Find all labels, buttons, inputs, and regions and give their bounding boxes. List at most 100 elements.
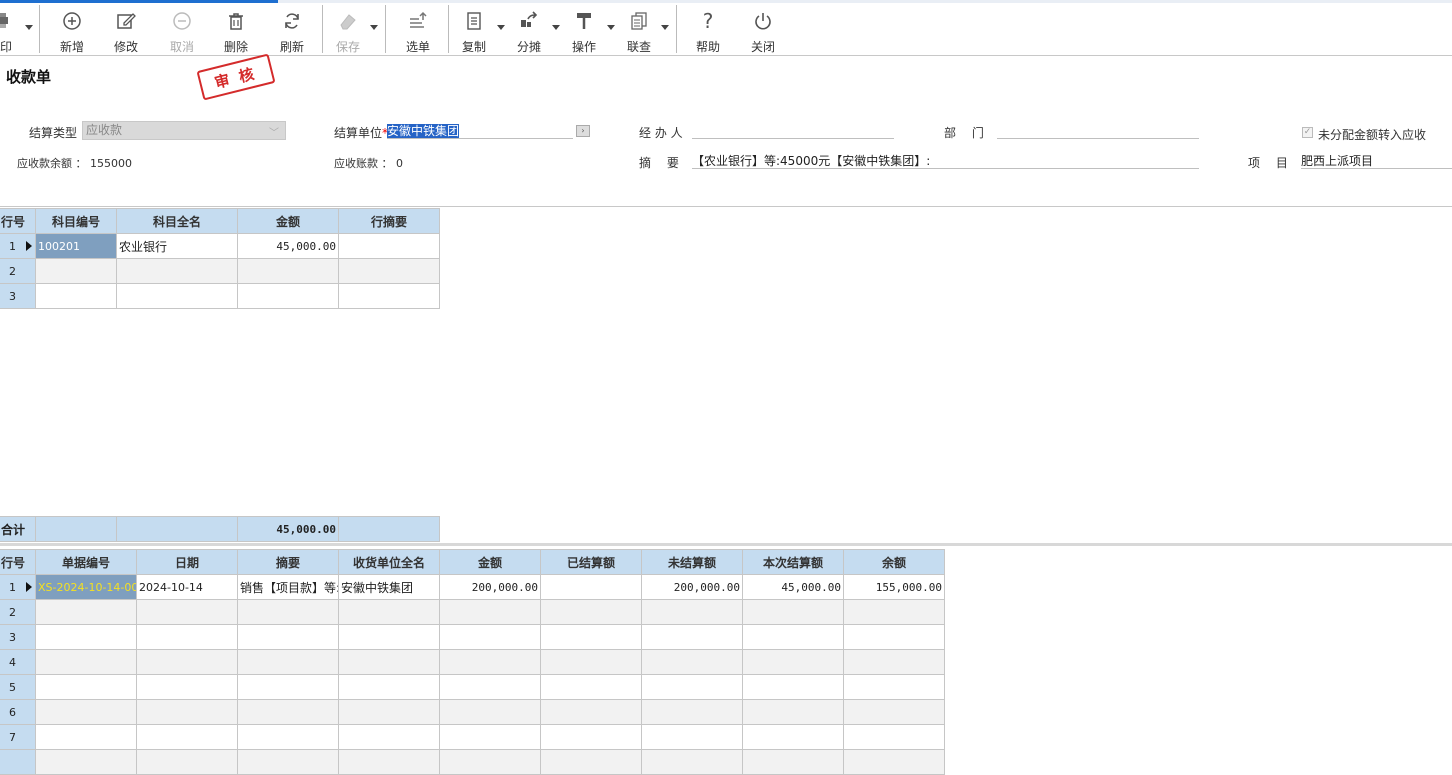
unit-cell[interactable] <box>338 674 440 700</box>
col-header[interactable]: 行号 <box>0 208 36 234</box>
row-number[interactable]: 3 <box>0 624 36 650</box>
col-header[interactable]: 金额 <box>439 549 541 575</box>
memo-cell[interactable] <box>338 233 440 259</box>
settled-cell[interactable] <box>540 574 642 600</box>
table-row[interactable]: 1 XS-2024-10-14-00 2024-10-14 销售【项目款】等: … <box>0 574 945 600</box>
summary-cell[interactable] <box>237 624 339 650</box>
unit-cell[interactable]: 安徽中铁集团 <box>338 574 440 600</box>
unsettled-cell[interactable] <box>641 724 743 750</box>
summary-cell[interactable] <box>237 699 339 725</box>
bill-number-cell[interactable] <box>35 699 137 725</box>
date-cell[interactable] <box>136 649 238 675</box>
row-number[interactable]: 5 <box>0 674 36 700</box>
unsettled-cell[interactable] <box>641 599 743 625</box>
settled-cell[interactable] <box>540 724 642 750</box>
settled-cell[interactable] <box>540 699 642 725</box>
bill-number-cell[interactable] <box>35 674 137 700</box>
summary-cell[interactable] <box>237 649 339 675</box>
row-number[interactable]: 2 <box>0 258 36 284</box>
amount-cell[interactable] <box>439 599 541 625</box>
summary-cell[interactable] <box>237 749 339 775</box>
table-row[interactable]: 1 100201 农业银行 45,000.00 <box>0 233 440 259</box>
amount-cell[interactable] <box>439 699 541 725</box>
save-dropdown-arrow[interactable] <box>370 25 378 30</box>
unsettled-cell[interactable] <box>641 699 743 725</box>
bill-number-cell[interactable] <box>35 724 137 750</box>
row-number[interactable]: 4 <box>0 649 36 675</box>
table-row[interactable]: 2 <box>0 258 440 284</box>
col-header[interactable]: 日期 <box>136 549 238 575</box>
bill-number-cell[interactable]: XS-2024-10-14-00 <box>35 574 137 600</box>
summary-field[interactable]: 【农业银行】等:45000元【安徽中铁集团】: <box>692 152 1199 169</box>
balance-cell[interactable] <box>843 599 945 625</box>
add-button[interactable]: 新增 <box>50 3 94 55</box>
current-settle-cell[interactable] <box>742 674 844 700</box>
query-dropdown-arrow[interactable] <box>661 25 669 30</box>
table-row[interactable]: 7 <box>0 724 945 750</box>
summary-cell[interactable]: 销售【项目款】等: <box>237 574 339 600</box>
amount-cell[interactable] <box>439 624 541 650</box>
account-name-cell[interactable] <box>116 283 238 309</box>
balance-cell[interactable] <box>843 749 945 775</box>
balance-cell[interactable] <box>843 724 945 750</box>
refresh-button[interactable]: 刷新 <box>270 3 314 55</box>
row-number[interactable]: 3 <box>0 283 36 309</box>
lookup-button[interactable]: › <box>576 125 590 137</box>
settled-cell[interactable] <box>540 674 642 700</box>
copy-button[interactable]: 复制 <box>452 3 496 55</box>
handler-field[interactable] <box>692 122 894 139</box>
settle-unit-field[interactable]: 安徽中铁集团 <box>387 122 573 139</box>
split-button[interactable]: 分摊 <box>507 3 551 55</box>
save-button[interactable]: 保存 <box>326 3 370 55</box>
col-header[interactable]: 行摘要 <box>338 208 440 234</box>
balance-cell[interactable] <box>843 649 945 675</box>
unsettled-cell[interactable] <box>641 649 743 675</box>
unit-cell[interactable] <box>338 749 440 775</box>
row-number[interactable]: 7 <box>0 724 36 750</box>
unsettled-cell[interactable]: 200,000.00 <box>641 574 743 600</box>
account-name-cell[interactable]: 农业银行 <box>116 233 238 259</box>
date-cell[interactable] <box>136 699 238 725</box>
select-bill-button[interactable]: 选单 <box>396 3 440 55</box>
date-cell[interactable] <box>136 749 238 775</box>
splitter[interactable] <box>0 543 1452 546</box>
unsettled-cell[interactable] <box>641 624 743 650</box>
current-settle-cell[interactable] <box>742 649 844 675</box>
cancel-button[interactable]: 取消 <box>160 3 204 55</box>
settled-cell[interactable] <box>540 649 642 675</box>
settled-cell[interactable] <box>540 624 642 650</box>
amount-cell[interactable]: 45,000.00 <box>237 233 339 259</box>
close-button[interactable]: 关闭 <box>741 3 785 55</box>
bill-number-cell[interactable] <box>35 599 137 625</box>
date-cell[interactable] <box>136 724 238 750</box>
table-row[interactable]: 4 <box>0 649 945 675</box>
amount-cell[interactable]: 200,000.00 <box>439 574 541 600</box>
dept-field[interactable] <box>997 122 1199 139</box>
balance-cell[interactable] <box>843 624 945 650</box>
bill-number-cell[interactable] <box>35 649 137 675</box>
account-code-cell[interactable] <box>35 258 117 284</box>
table-row[interactable]: 2 <box>0 599 945 625</box>
amount-cell[interactable] <box>237 283 339 309</box>
col-header[interactable]: 科目全名 <box>116 208 238 234</box>
current-settle-cell[interactable] <box>742 724 844 750</box>
project-field[interactable]: 肥西上派项目 <box>1301 152 1452 169</box>
split-dropdown-arrow[interactable] <box>552 25 560 30</box>
col-header[interactable]: 科目编号 <box>35 208 117 234</box>
table-row[interactable]: 3 <box>0 624 945 650</box>
memo-cell[interactable] <box>338 283 440 309</box>
current-settle-cell[interactable] <box>742 599 844 625</box>
table-row[interactable] <box>0 749 945 775</box>
amount-cell[interactable] <box>439 649 541 675</box>
amount-cell[interactable] <box>237 258 339 284</box>
bill-number-cell[interactable] <box>35 624 137 650</box>
row-number[interactable]: 6 <box>0 699 36 725</box>
current-settle-cell[interactable] <box>742 699 844 725</box>
unsettled-cell[interactable] <box>641 674 743 700</box>
col-header[interactable]: 收货单位全名 <box>338 549 440 575</box>
table-row[interactable]: 5 <box>0 674 945 700</box>
balance-cell[interactable] <box>843 674 945 700</box>
date-cell[interactable] <box>136 599 238 625</box>
amount-cell[interactable] <box>439 724 541 750</box>
row-number[interactable] <box>0 749 36 775</box>
